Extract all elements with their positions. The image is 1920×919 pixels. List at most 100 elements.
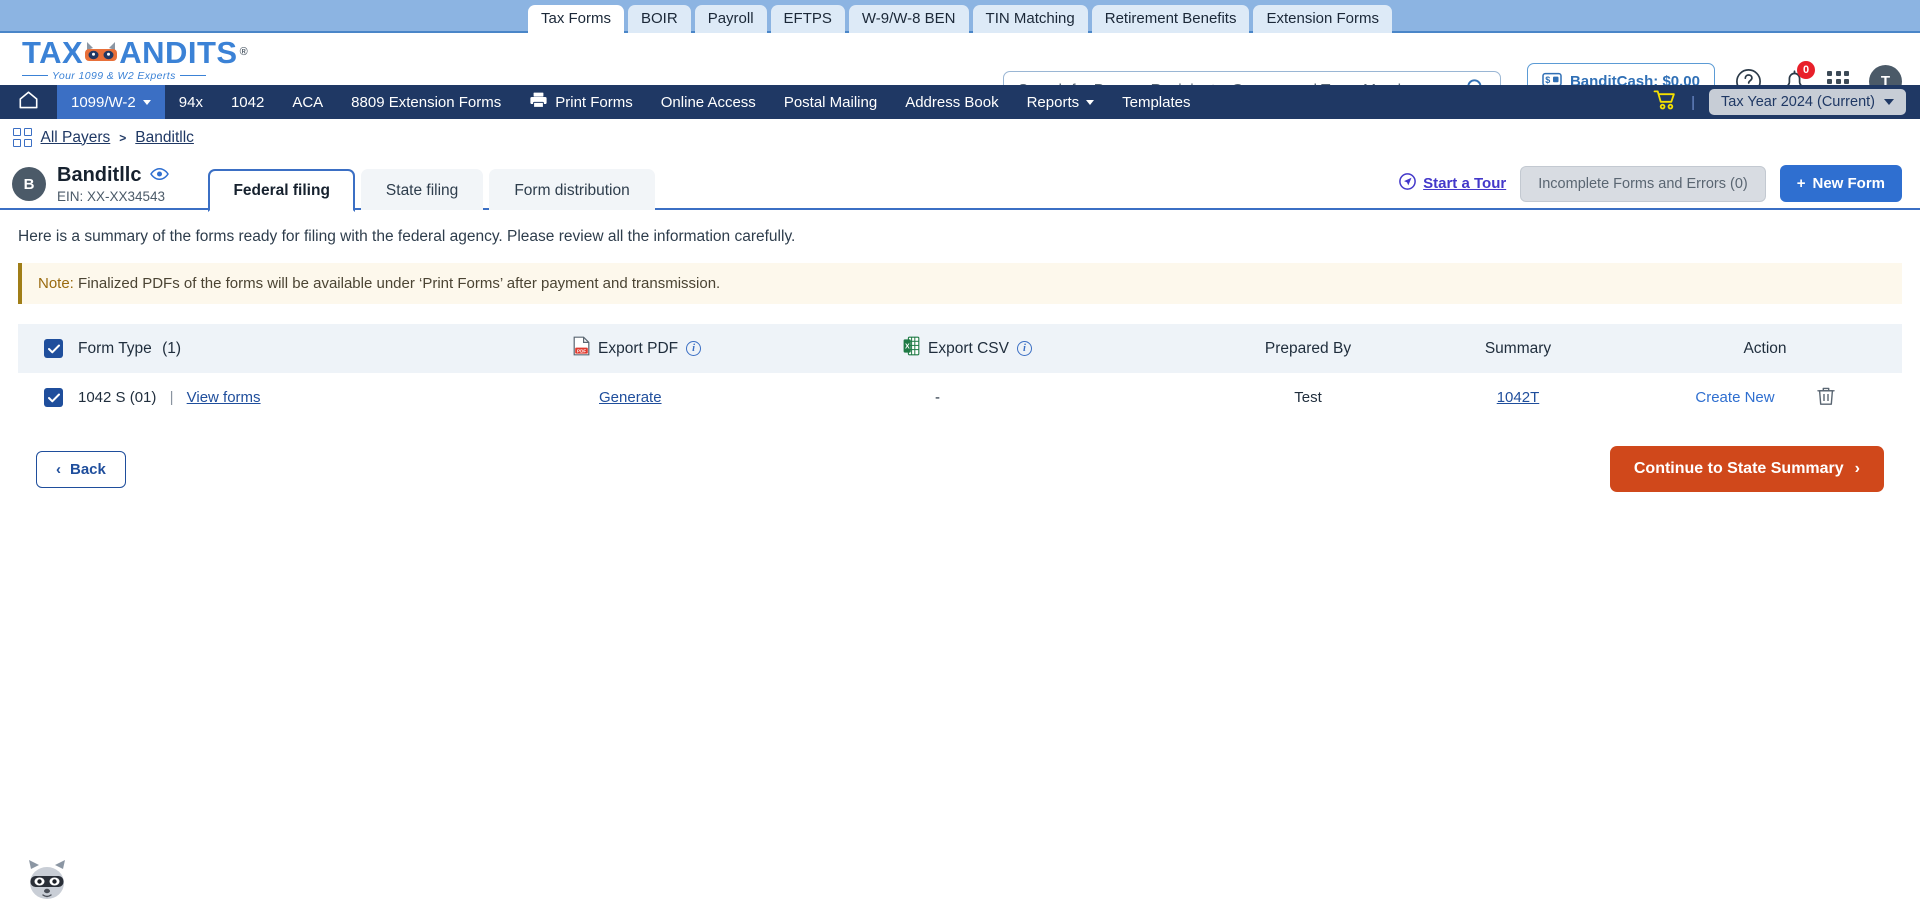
incomplete-forms-errors-button[interactable]: Incomplete Forms and Errors (0): [1520, 165, 1766, 202]
product-tab-strip: Tax Forms BOIR Payroll EFTPS W-9/W-8 BEN…: [0, 0, 1920, 33]
continue-label: Continue to State Summary: [1633, 460, 1844, 477]
col-form-type: Form Type (1): [78, 340, 573, 358]
product-tab-eftps[interactable]: EFTPS: [770, 5, 845, 33]
nav-aca[interactable]: ACA: [278, 85, 337, 119]
home-icon: [18, 90, 39, 114]
note-banner: Note: Finalized PDFs of the forms will b…: [18, 263, 1902, 304]
excel-file-icon: X: [903, 336, 920, 361]
nav-print-forms[interactable]: Print Forms: [515, 85, 647, 119]
svg-text:PDF: PDF: [577, 348, 586, 353]
col-form-type-count: (1): [162, 339, 182, 357]
notification-badge: 0: [1797, 61, 1815, 79]
summary-1042t-link[interactable]: 1042T: [1497, 389, 1540, 406]
delete-icon[interactable]: [1816, 386, 1835, 410]
info-icon[interactable]: i: [686, 341, 702, 356]
breadcrumb-current-payer[interactable]: Banditllc: [135, 129, 194, 147]
cell-export-pdf: Generate: [573, 389, 903, 406]
view-forms-link[interactable]: View forms: [187, 389, 261, 406]
nav-label: 94x: [178, 93, 203, 111]
nav-divider: |: [1691, 93, 1696, 111]
tab-state-filing[interactable]: State filing: [360, 168, 484, 210]
nav-label: 8809 Extension Forms: [351, 93, 502, 111]
product-tab-extension-forms[interactable]: Extension Forms: [1253, 5, 1393, 33]
cell-form-type: 1042 S (01) | View forms: [78, 389, 573, 406]
col-action: Action: [1628, 340, 1902, 358]
cell-divider: |: [169, 389, 174, 406]
chevron-right-icon: ›: [1854, 460, 1860, 477]
nav-label: Print Forms: [555, 93, 633, 111]
registered-trademark-icon: ®: [239, 45, 249, 58]
nav-templates[interactable]: Templates: [1108, 85, 1204, 119]
new-form-button[interactable]: + New Form: [1779, 165, 1902, 202]
select-all-checkbox[interactable]: [44, 339, 63, 358]
nav-label: 1042: [230, 93, 265, 111]
bandit-mask-icon: [84, 39, 118, 65]
product-tab-payroll[interactable]: Payroll: [694, 5, 767, 33]
start-a-tour-button[interactable]: Start a Tour: [1399, 173, 1506, 194]
product-tab-tax-forms[interactable]: Tax Forms: [527, 5, 624, 33]
table-header-row: Form Type (1) PDF Export PDF i X Export …: [18, 324, 1902, 373]
table-row: 1042 S (01) | View forms Generate - Test…: [18, 373, 1902, 422]
payer-avatar-initial: B: [23, 175, 35, 193]
nav-1042[interactable]: 1042: [217, 85, 278, 119]
chevron-down-icon: [142, 99, 151, 105]
nav-online-access[interactable]: Online Access: [647, 85, 770, 119]
logo-tagline: Your 1099 & W2 Experts: [22, 70, 232, 82]
nav-94x[interactable]: 94x: [165, 85, 217, 119]
nav-1099-w2[interactable]: 1099/W-2: [57, 85, 165, 119]
continue-to-state-summary-button[interactable]: Continue to State Summary ›: [1609, 446, 1884, 492]
printer-icon: [529, 91, 548, 113]
app-header: TAX ANDITS ® Your 1099 & W2 Experts Sear…: [0, 33, 1920, 110]
logo-wordmark: TAX ANDITS ®: [22, 34, 248, 70]
main-navbar: 1099/W-2 94x 1042 ACA 8809 Extension For…: [0, 85, 1920, 119]
chevron-down-icon: [1086, 99, 1095, 105]
forms-table: Form Type (1) PDF Export PDF i X Export …: [18, 324, 1902, 422]
note-text: Finalized PDFs of the forms will be avai…: [73, 275, 721, 292]
breadcrumb: All Payers > Banditllc: [0, 119, 1920, 156]
tab-federal-filing[interactable]: Federal filing: [208, 168, 355, 212]
bandit-mascot-icon[interactable]: [22, 857, 72, 905]
form-type-value: 1042 S (01): [78, 389, 157, 406]
nav-reports[interactable]: Reports: [1013, 85, 1109, 119]
pdf-file-icon: PDF: [573, 336, 590, 361]
logo[interactable]: TAX ANDITS ® Your 1099 & W2 Experts: [22, 34, 248, 82]
nav-8809-extension-forms[interactable]: 8809 Extension Forms: [337, 85, 515, 119]
info-icon[interactable]: i: [1016, 341, 1032, 356]
nav-label: Address Book: [905, 93, 999, 111]
cell-prepared-by: Test: [1294, 389, 1322, 406]
chevron-down-icon: [1884, 99, 1894, 105]
tax-year-label: Tax Year 2024 (Current): [1721, 94, 1875, 110]
back-label: Back: [70, 460, 106, 478]
dashboard-grid-icon[interactable]: [13, 128, 32, 147]
nav-address-book[interactable]: Address Book: [891, 85, 1012, 119]
generate-pdf-link[interactable]: Generate: [599, 389, 662, 406]
nav-label: Reports: [1026, 93, 1080, 111]
payer-name-text: Banditllc: [57, 164, 142, 186]
eye-icon[interactable]: [150, 164, 170, 187]
col-action-label: Action: [1743, 339, 1787, 357]
payer-actions: Start a Tour Incomplete Forms and Errors…: [1399, 165, 1902, 210]
col-summary: Summary: [1484, 339, 1552, 357]
tab-form-distribution[interactable]: Form distribution: [489, 168, 655, 210]
cell-summary: 1042T: [1408, 389, 1628, 406]
row-checkbox[interactable]: [44, 388, 63, 407]
create-new-link[interactable]: Create New: [1695, 389, 1774, 406]
nav-label: 1099/W-2: [71, 93, 136, 111]
product-tab-tin-matching[interactable]: TIN Matching: [972, 5, 1088, 33]
nav-label: Online Access: [660, 93, 756, 111]
nav-home[interactable]: [0, 85, 57, 119]
tax-year-selector[interactable]: Tax Year 2024 (Current): [1709, 89, 1906, 115]
back-button[interactable]: ‹ Back: [36, 450, 126, 488]
payer-name: Banditllc: [57, 164, 170, 187]
product-tab-boir[interactable]: BOIR: [628, 5, 691, 33]
payer-header: B Banditllc EIN: XX-XX34543 Federal fili…: [0, 156, 1920, 212]
product-tab-w9-w8ben[interactable]: W-9/W-8 BEN: [848, 5, 969, 33]
nav-postal-mailing[interactable]: Postal Mailing: [770, 85, 891, 119]
logo-text-tax: TAX: [22, 34, 84, 70]
start-a-tour-label: Start a Tour: [1423, 175, 1507, 192]
summary-description: Here is a summary of the forms ready for…: [18, 228, 796, 245]
breadcrumb-all-payers[interactable]: All Payers: [41, 129, 111, 147]
product-tab-retirement-benefits[interactable]: Retirement Benefits: [1091, 5, 1250, 33]
cart-icon[interactable]: [1653, 89, 1677, 115]
payer-avatar: B: [12, 167, 46, 201]
